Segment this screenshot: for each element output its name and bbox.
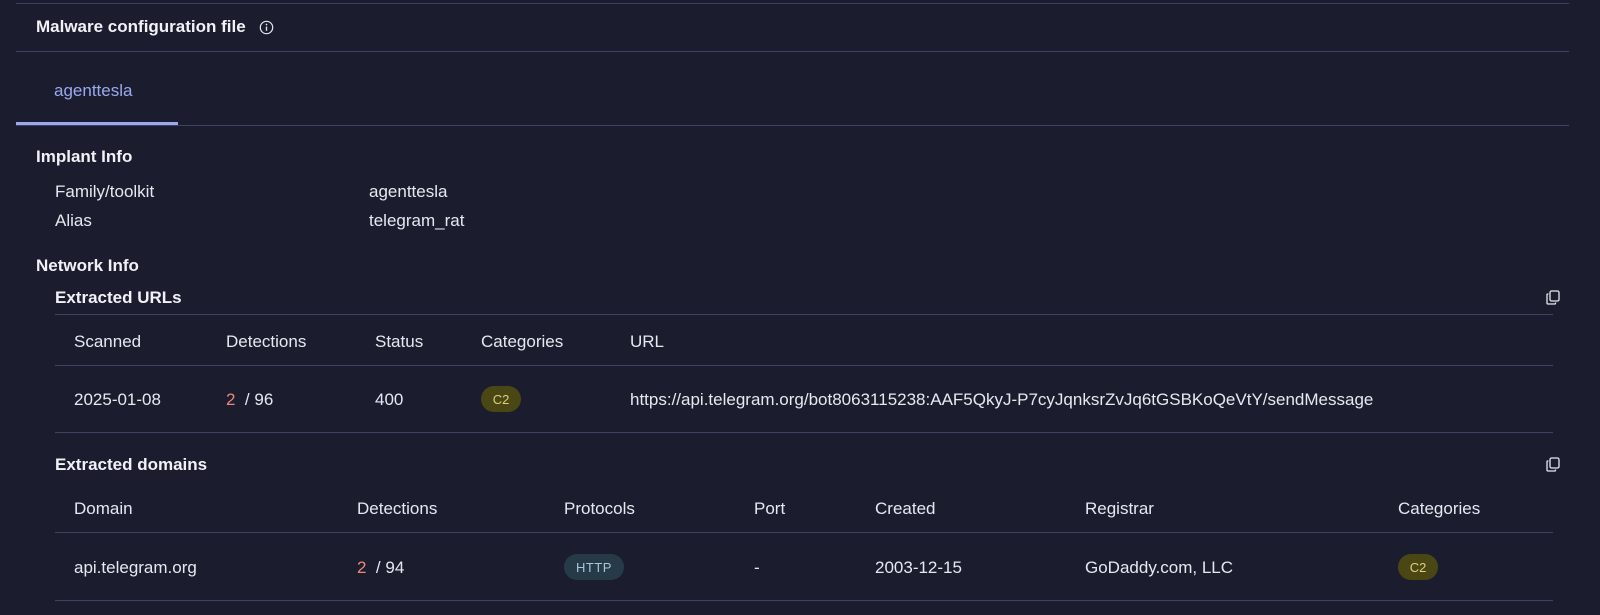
network-info-title: Network Info [36,256,139,275]
copy-icon[interactable] [1546,457,1560,472]
column-header-detections[interactable]: Detections [226,332,306,352]
protocol-badge-http[interactable]: HTTP [564,554,624,580]
tab-agenttesla[interactable]: agenttesla [16,52,178,125]
domain-name[interactable]: api.telegram.org [74,558,197,578]
tabs-divider [16,125,1569,126]
family-toolkit-label: Family/toolkit [55,182,155,201]
column-header-protocols[interactable]: Protocols [564,499,635,519]
category-badge-c2[interactable]: C2 [1398,554,1438,580]
domains-header-divider [55,532,1553,533]
header-divider [16,51,1569,52]
copy-icon[interactable] [1546,290,1560,305]
urls-top-divider [55,314,1553,315]
column-header-domain[interactable]: Domain [74,499,133,519]
extracted-domains-title: Extracted domains [55,455,208,474]
domain-registrar: GoDaddy.com, LLC [1085,558,1234,577]
column-header-scanned[interactable]: Scanned [74,332,141,352]
domain-detections[interactable]: 2 / 94 [357,558,404,578]
column-header-port[interactable]: Port [754,499,785,519]
urls-header-divider [55,365,1553,366]
alias-label: Alias [55,211,92,230]
column-header-detections[interactable]: Detections [357,499,437,519]
panel-title: Malware configuration file [36,17,246,36]
column-header-created[interactable]: Created [875,499,935,519]
panel-header: Malware configuration file [36,16,274,38]
url-scanned-date: 2025-01-08 [74,390,161,409]
detections-total: / 96 [244,390,274,409]
tab-label: agenttesla [54,81,133,100]
detections-total: / 94 [375,558,405,577]
top-divider [16,3,1569,4]
malware-config-panel: Malware configuration file agenttesla Im… [0,0,1569,615]
domain-created: 2003-12-15 [875,558,962,577]
domains-row-divider [55,600,1553,601]
urls-row-divider [55,432,1553,433]
url-status: 400 [375,390,404,409]
detections-positive: 2 [226,390,236,409]
family-toolkit-value: agenttesla [369,182,448,201]
url-link[interactable]: https://api.telegram.org/bot8063115238:A… [630,390,1373,410]
column-header-categories[interactable]: Categories [481,332,563,352]
column-header-url[interactable]: URL [630,332,664,352]
implant-info-title: Implant Info [36,147,133,166]
column-header-categories[interactable]: Categories [1398,499,1480,519]
detections-positive: 2 [357,558,367,577]
column-header-status[interactable]: Status [375,332,423,352]
extracted-urls-title: Extracted URLs [55,288,182,307]
column-header-registrar[interactable]: Registrar [1085,499,1154,519]
domain-port: - [754,558,760,577]
info-icon[interactable] [259,20,274,35]
alias-value: telegram_rat [369,211,465,230]
category-badge-c2[interactable]: C2 [481,386,521,412]
url-detections[interactable]: 2 / 96 [226,390,273,410]
